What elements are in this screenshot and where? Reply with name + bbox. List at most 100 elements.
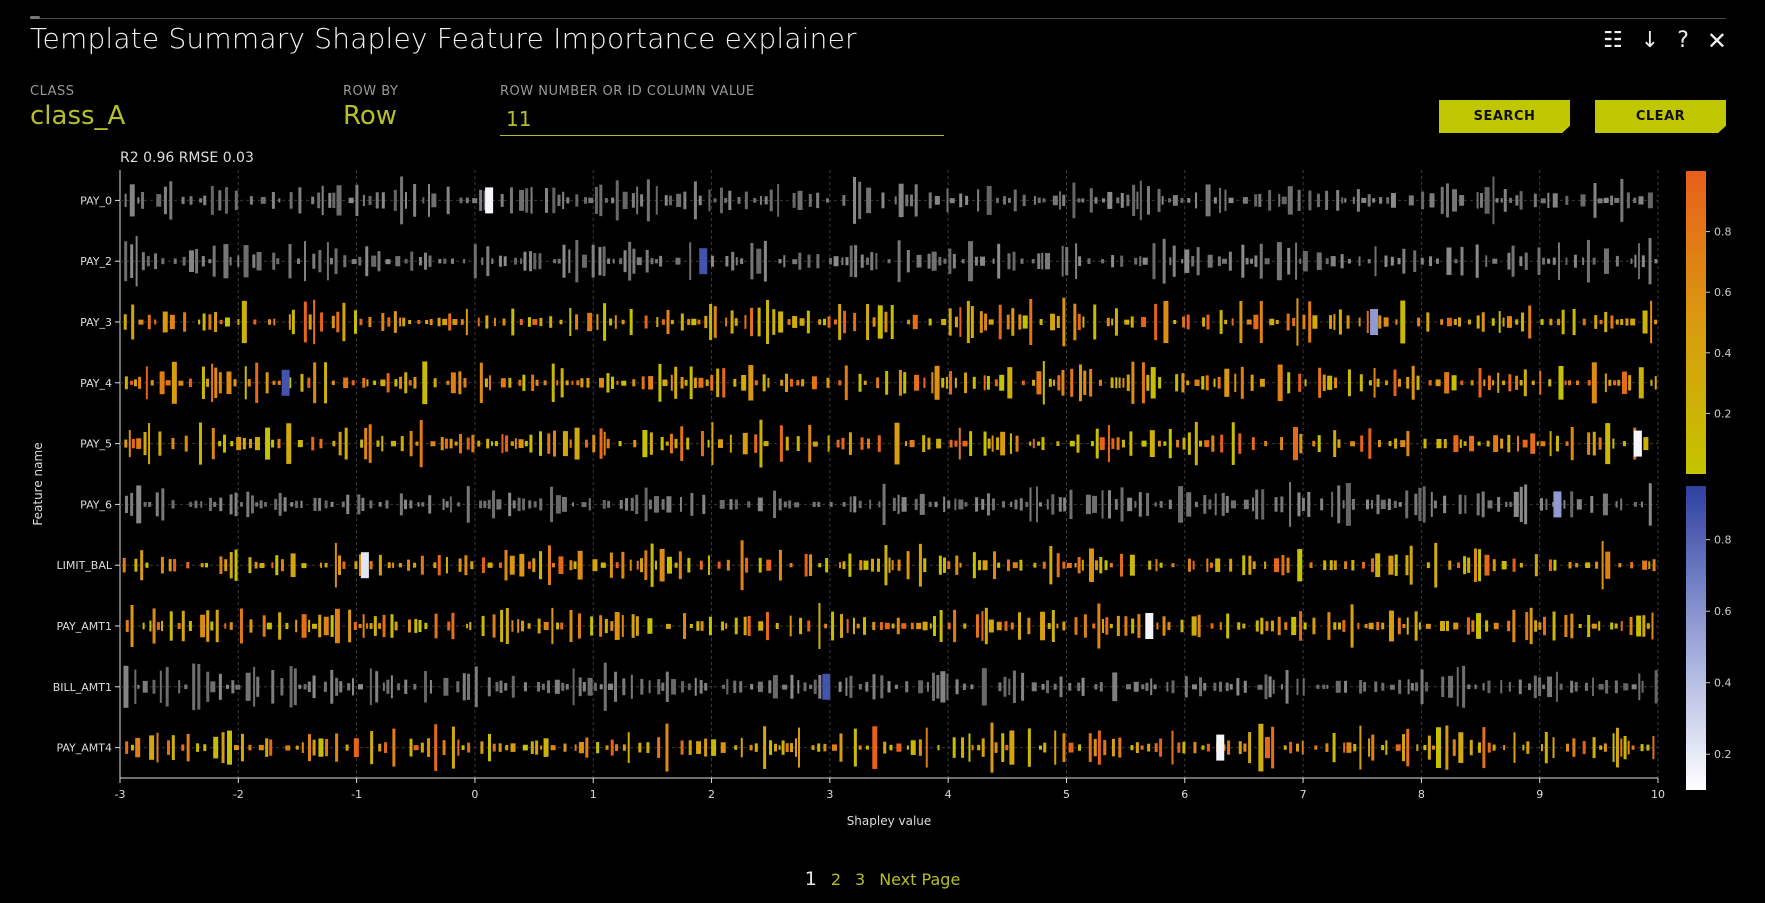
point-mark: [184, 684, 188, 690]
point-mark: [598, 247, 602, 276]
point-mark: [923, 558, 927, 573]
point-mark: [1372, 198, 1376, 203]
point-mark: [649, 432, 653, 455]
point-mark: [986, 375, 990, 390]
point-mark: [269, 739, 273, 756]
point-mark: [1072, 182, 1076, 219]
point-mark: [1286, 557, 1290, 573]
point-mark: [1654, 258, 1658, 264]
point-mark: [1017, 612, 1021, 640]
point-mark: [972, 552, 976, 579]
next-page-link[interactable]: Next Page: [879, 870, 960, 889]
point-mark: [556, 380, 559, 386]
point-mark: [789, 615, 792, 637]
point-mark: [1201, 376, 1205, 390]
point-mark: [1182, 316, 1186, 328]
point-mark: [1445, 725, 1449, 770]
point-mark: [1099, 682, 1103, 692]
point-mark: [1359, 725, 1362, 770]
point-mark: [661, 319, 665, 325]
point-mark: [258, 744, 264, 751]
point-mark: [199, 198, 203, 203]
point-mark: [1130, 745, 1134, 751]
point-mark: [1141, 362, 1145, 404]
point-mark: [803, 682, 807, 692]
point-mark: [894, 422, 900, 465]
point-mark: [1025, 501, 1029, 507]
point-mark: [1171, 730, 1174, 765]
point-mark: [797, 680, 800, 694]
point-mark: [1522, 439, 1528, 448]
point-mark: [1277, 364, 1283, 402]
point-mark: [1444, 372, 1450, 394]
point-mark: [354, 561, 358, 570]
point-mark: [1565, 257, 1568, 265]
point-mark: [1231, 422, 1235, 465]
point-mark: [782, 684, 788, 690]
point-mark: [1519, 562, 1523, 568]
point-mark: [1012, 251, 1016, 271]
point-mark: [171, 438, 175, 450]
point-mark: [826, 377, 830, 388]
point-mark: [586, 377, 590, 388]
point-mark: [768, 680, 772, 694]
point-mark: [384, 742, 388, 753]
point-mark: [655, 259, 659, 264]
point-mark: [1041, 437, 1045, 451]
point-mark: [554, 679, 560, 694]
point-mark: [1478, 549, 1482, 582]
point-mark: [1051, 494, 1055, 515]
point-mark: [949, 198, 955, 204]
point-mark: [1521, 312, 1525, 332]
point-mark: [215, 609, 219, 643]
point-mark: [596, 741, 600, 754]
point-mark: [1122, 377, 1125, 388]
point-mark: [1120, 192, 1124, 208]
point-mark: [914, 374, 920, 391]
point-mark: [1094, 197, 1098, 204]
page-3-link[interactable]: 3: [855, 870, 865, 889]
point-mark: [778, 498, 782, 511]
point-mark: [790, 674, 794, 699]
point-mark: [1146, 186, 1150, 215]
point-mark: [1153, 684, 1157, 690]
point-mark: [1046, 499, 1049, 510]
point-mark: [1604, 311, 1608, 333]
point-mark: [437, 555, 441, 576]
page-1-link[interactable]: 1: [805, 868, 817, 890]
point-mark: [962, 440, 968, 447]
point-mark: [165, 380, 171, 386]
point-mark: [456, 681, 460, 693]
point-mark: [838, 304, 842, 340]
point-mark: [1118, 737, 1122, 758]
point-mark: [1130, 316, 1134, 328]
point-mark: [1352, 196, 1355, 204]
point-mark: [1476, 315, 1480, 329]
x-tick-label: 2: [708, 788, 715, 801]
point-mark: [1194, 379, 1200, 387]
point-mark: [402, 317, 406, 327]
point-mark: [993, 551, 997, 580]
point-mark: [351, 380, 355, 386]
point-mark: [1633, 501, 1637, 507]
point-mark: [1640, 501, 1643, 508]
point-mark: [1039, 319, 1043, 325]
point-mark: [1093, 738, 1097, 757]
point-mark: [239, 502, 243, 507]
point-mark: [1346, 315, 1350, 329]
point-mark: [147, 314, 151, 330]
point-mark: [530, 187, 533, 214]
point-mark: [1027, 617, 1031, 635]
point-mark: [550, 745, 556, 751]
point-mark: [278, 493, 282, 516]
point-mark: [1495, 198, 1499, 203]
page-2-link[interactable]: 2: [831, 870, 841, 889]
point-mark: [1628, 375, 1632, 391]
point-mark: [1242, 623, 1246, 629]
point-mark: [537, 618, 541, 634]
point-mark: [1378, 315, 1382, 329]
point-mark: [1191, 616, 1197, 636]
point-mark: [707, 439, 710, 448]
point-mark: [630, 674, 633, 699]
point-mark: [1423, 745, 1427, 751]
